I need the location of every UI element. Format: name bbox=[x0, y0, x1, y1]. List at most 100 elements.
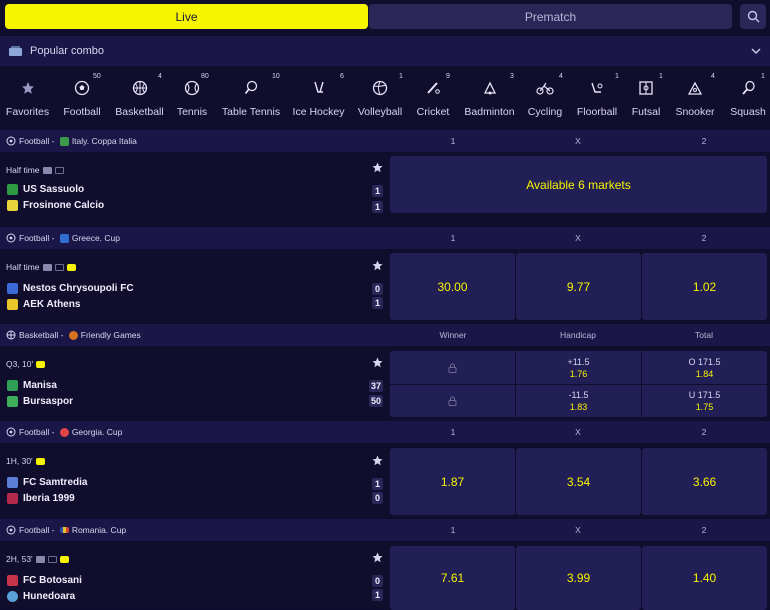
football-icon bbox=[6, 525, 16, 535]
sport-label: Badminton bbox=[464, 106, 515, 118]
sport-squash[interactable]: 1 Squash bbox=[728, 67, 768, 129]
sport-basketball[interactable]: 4 Basketball bbox=[112, 67, 167, 129]
match-row[interactable]: 1H, 30' FC Samtredia Iberia 1999 1 0 1.8… bbox=[0, 444, 770, 517]
sport-cricket[interactable]: 9 Cricket bbox=[412, 67, 454, 129]
sport-count: 50 bbox=[93, 73, 101, 80]
stats-icon[interactable] bbox=[54, 166, 64, 174]
match-row[interactable]: Half time Nestos Chrysoupoli FC AEK Athe… bbox=[0, 250, 770, 323]
total-odds-button[interactable]: O 171.5 1.84 bbox=[642, 351, 767, 384]
sport-tennis[interactable]: 80 Tennis bbox=[172, 67, 212, 129]
league-header[interactable]: Football - Greece. Cup 1 X 2 bbox=[0, 227, 770, 249]
tab-live[interactable]: Live bbox=[5, 4, 368, 29]
chat-icon[interactable] bbox=[66, 263, 76, 271]
league-header[interactable]: Football - Italy. Coppa Italia 1 X 2 bbox=[0, 130, 770, 152]
sport-count: 1 bbox=[399, 73, 403, 80]
football-icon bbox=[6, 233, 16, 243]
sport-volleyball[interactable]: 1 Volleyball bbox=[356, 67, 404, 129]
score-away: 0 bbox=[372, 492, 383, 504]
badminton-icon bbox=[481, 79, 499, 97]
total-line: U 171.5 bbox=[688, 390, 721, 400]
chevron-down-icon[interactable] bbox=[750, 45, 762, 57]
cycling-icon bbox=[536, 79, 554, 97]
odds-button-2[interactable]: 3.66 bbox=[642, 448, 767, 515]
sport-table-tennis[interactable]: 10 Table Tennis bbox=[220, 67, 282, 129]
team-away: Hunedoara bbox=[7, 591, 75, 602]
odds-button-1[interactable]: 30.00 bbox=[390, 253, 515, 320]
odds-button-x[interactable]: 3.54 bbox=[516, 448, 641, 515]
league-header[interactable]: Football - Georgia. Cup 1 X 2 bbox=[0, 421, 770, 443]
score-away: 50 bbox=[369, 395, 383, 407]
handicap-odd: 1.83 bbox=[569, 402, 588, 412]
handicap-odds-button[interactable]: -11.5 1.83 bbox=[516, 385, 641, 417]
popular-combo-bar[interactable]: Popular combo bbox=[0, 36, 770, 66]
sport-cycling[interactable]: 4 Cycling bbox=[525, 67, 565, 129]
match-status-text: Half time bbox=[6, 262, 40, 272]
league-header[interactable]: Basketball - Friendly Games Winner Handi… bbox=[0, 324, 770, 346]
odds-button-1[interactable]: 7.61 bbox=[390, 546, 515, 610]
score-away: 1 bbox=[372, 589, 383, 601]
football-icon bbox=[73, 79, 91, 97]
tab-prematch[interactable]: Prematch bbox=[369, 4, 732, 29]
sport-floorball[interactable]: 1 Floorball bbox=[574, 67, 620, 129]
star-icon[interactable] bbox=[372, 260, 383, 271]
stats-icon[interactable] bbox=[54, 263, 64, 271]
available-markets-button[interactable]: Available 6 markets bbox=[390, 156, 767, 213]
chat-icon[interactable] bbox=[59, 555, 69, 563]
team-crest-icon bbox=[7, 575, 18, 586]
odds-button-1[interactable]: 1.87 bbox=[390, 448, 515, 515]
league-name: Romania. Cup bbox=[71, 525, 127, 535]
stats-icon[interactable] bbox=[47, 555, 57, 563]
column-header: 2 bbox=[701, 525, 707, 535]
sport-badminton[interactable]: 3 Badminton bbox=[462, 67, 517, 129]
sport-ice-hockey[interactable]: 6 Ice Hockey bbox=[291, 67, 346, 129]
sport-futsal[interactable]: 1 Futsal bbox=[628, 67, 664, 129]
team-away: AEK Athens bbox=[7, 299, 80, 310]
league-name: Georgia. Cup bbox=[71, 427, 123, 437]
search-button[interactable] bbox=[740, 4, 766, 29]
team-name: US Sassuolo bbox=[23, 184, 85, 195]
column-header: 1 bbox=[450, 427, 456, 437]
basketball-icon bbox=[131, 79, 149, 97]
column-header: Winner bbox=[439, 330, 467, 340]
star-icon[interactable] bbox=[372, 552, 383, 563]
match-row[interactable]: Q3, 10' Manisa Bursaspor 37 50 +11.5 1.7… bbox=[0, 347, 770, 420]
score-home: 37 bbox=[369, 380, 383, 392]
league-name: Italy. Coppa Italia bbox=[71, 136, 137, 146]
tv-icon[interactable] bbox=[42, 166, 52, 174]
match-status: Q3, 10' bbox=[6, 359, 46, 369]
team-away: Iberia 1999 bbox=[7, 493, 75, 504]
tv-icon[interactable] bbox=[42, 263, 52, 271]
sport-count: 4 bbox=[711, 73, 715, 80]
column-header: X bbox=[575, 427, 581, 437]
odds-button-2[interactable]: 1.40 bbox=[642, 546, 767, 610]
total-odds-button[interactable]: U 171.5 1.75 bbox=[642, 385, 767, 417]
sport-football[interactable]: 50 Football bbox=[57, 67, 107, 129]
column-header: 2 bbox=[701, 233, 707, 243]
league-header[interactable]: Football - Romania. Cup 1 X 2 bbox=[0, 519, 770, 541]
sport-label: Table Tennis bbox=[221, 106, 281, 118]
league-name: Friendly Games bbox=[80, 330, 141, 340]
sport-label: Favorites bbox=[5, 106, 50, 118]
star-icon[interactable] bbox=[372, 162, 383, 173]
sport-snooker[interactable]: 4 Snooker bbox=[673, 67, 717, 129]
star-icon[interactable] bbox=[372, 455, 383, 466]
odds-button-x[interactable]: 3.99 bbox=[516, 546, 641, 610]
handicap-odds-button[interactable]: +11.5 1.76 bbox=[516, 351, 641, 384]
match-row[interactable]: 2H, 53' FC Botosani Hunedoara 0 1 7.61 3… bbox=[0, 542, 770, 610]
sport-favorites[interactable]: Favorites bbox=[0, 67, 55, 129]
handicap-odd: 1.76 bbox=[569, 368, 588, 379]
league-separator: - bbox=[49, 525, 57, 535]
team-crest-icon bbox=[7, 184, 18, 195]
winner-locked-cell bbox=[390, 351, 515, 384]
match-row[interactable]: Half time US Sassuolo Frosinone Calcio 1… bbox=[0, 153, 770, 226]
tennis-icon bbox=[183, 79, 201, 97]
chat-icon[interactable] bbox=[36, 360, 46, 368]
odds-button-x[interactable]: 9.77 bbox=[516, 253, 641, 320]
tv-icon[interactable] bbox=[35, 555, 45, 563]
league-separator: - bbox=[49, 233, 57, 243]
chat-icon[interactable] bbox=[35, 457, 45, 465]
league-separator: - bbox=[58, 330, 66, 340]
star-icon[interactable] bbox=[372, 357, 383, 368]
column-header: X bbox=[575, 233, 581, 243]
odds-button-2[interactable]: 1.02 bbox=[642, 253, 767, 320]
